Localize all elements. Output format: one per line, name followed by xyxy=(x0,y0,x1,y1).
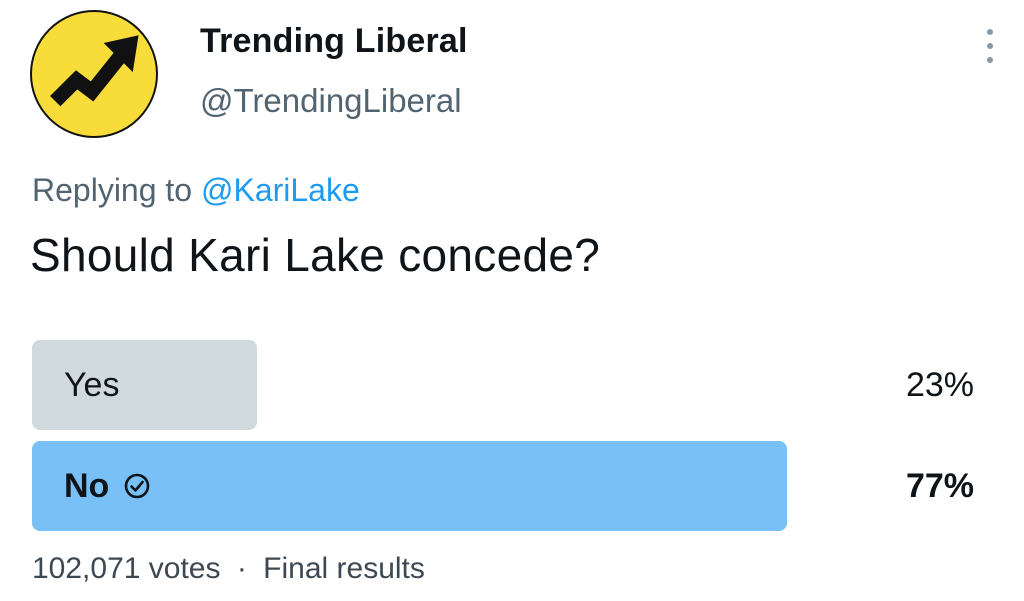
check-circle-icon xyxy=(123,472,151,500)
replying-to-line: Replying to @KariLake xyxy=(32,172,360,209)
poll-option-yes: Yes 23% xyxy=(32,340,982,430)
poll-option-label: No xyxy=(64,467,110,505)
poll-question: Should Kari Lake concede? xyxy=(30,229,601,281)
poll-percent: 77% xyxy=(905,467,974,505)
footer-separator: · xyxy=(236,552,247,585)
author-display-name[interactable]: Trending Liberal xyxy=(200,22,468,61)
replying-to-label: Replying to xyxy=(32,172,193,208)
tweet-card: Trending Liberal @TrendingLiberal Replyi… xyxy=(0,0,1024,601)
more-options-button[interactable] xyxy=(972,24,1008,68)
poll-option-label: Yes xyxy=(64,366,120,404)
author-handle[interactable]: @TrendingLiberal xyxy=(200,82,462,120)
poll-status: Final results xyxy=(263,552,425,585)
trending-arrow-icon xyxy=(50,35,139,107)
mention-link[interactable]: @KariLake xyxy=(201,172,360,208)
poll-footer: 102,071 votes · Final results xyxy=(32,552,425,586)
poll-percent: 23% xyxy=(905,366,974,404)
avatar[interactable] xyxy=(30,10,158,138)
more-vertical-icon xyxy=(987,29,993,63)
vote-count: 102,071 votes xyxy=(32,552,221,585)
poll-option-no: No 77% xyxy=(32,441,982,531)
